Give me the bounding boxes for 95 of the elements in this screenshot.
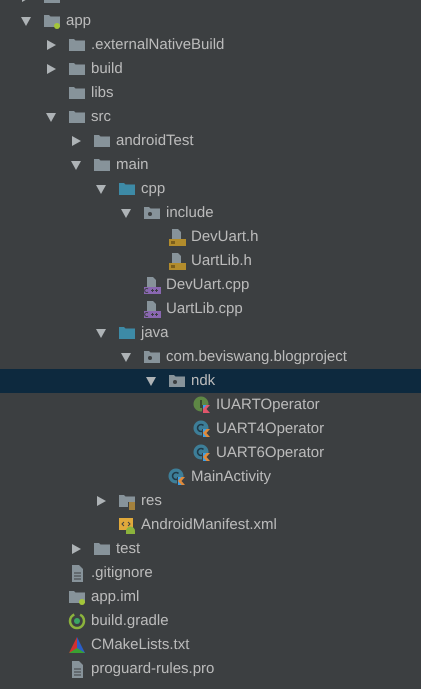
- manifest-file-icon: [118, 516, 136, 534]
- tree-label: com.beviswang.blogproject: [166, 346, 347, 367]
- tree-row[interactable]: .externalNativeBuild: [0, 33, 421, 57]
- folder-icon: [118, 324, 136, 342]
- header-file-icon: [168, 228, 186, 246]
- tree-row[interactable]: UartLib.cpp: [0, 297, 421, 321]
- expand-arrow-icon[interactable]: [45, 63, 57, 75]
- folder-icon: [118, 492, 136, 510]
- collapse-arrow-icon[interactable]: [70, 159, 82, 171]
- package-icon: [143, 204, 161, 222]
- folder-icon: [68, 36, 86, 54]
- tree-row[interactable]: src: [0, 105, 421, 129]
- tree-row[interactable]: MainActivity: [0, 465, 421, 489]
- tree-label: .gitignore: [91, 562, 153, 583]
- collapse-arrow-icon[interactable]: [45, 111, 57, 123]
- tree-row[interactable]: cpp: [0, 177, 421, 201]
- tree-row[interactable]: app.iml: [0, 585, 421, 609]
- tree-label: IUARTOperator: [216, 394, 320, 415]
- tree-label: java: [141, 322, 169, 343]
- collapse-arrow-icon[interactable]: [95, 327, 107, 339]
- interface-icon: [193, 396, 211, 414]
- tree-label: build: [91, 58, 123, 79]
- class-icon: [193, 444, 211, 462]
- tree-label: libs: [91, 82, 114, 103]
- cpp-file-icon: [143, 276, 161, 294]
- tree-label: res: [141, 490, 162, 511]
- folder-icon: [118, 180, 136, 198]
- tree-row[interactable]: res: [0, 489, 421, 513]
- cmake-icon: [68, 636, 86, 654]
- folder-icon: [93, 156, 111, 174]
- tree-row[interactable]: IUARTOperator: [0, 393, 421, 417]
- tree-row[interactable]: DevUart.h: [0, 225, 421, 249]
- tree-label: .externalNativeBuild: [91, 34, 224, 55]
- tree-row[interactable]: test: [0, 537, 421, 561]
- tree-row[interactable]: java: [0, 321, 421, 345]
- tree-label: UART4Operator: [216, 418, 324, 439]
- collapse-arrow-icon[interactable]: [20, 15, 32, 27]
- tree-row[interactable]: com.beviswang.blogproject: [0, 345, 421, 369]
- collapse-arrow-icon[interactable]: [120, 207, 132, 219]
- class-icon: [168, 468, 186, 486]
- tree-row[interactable]: include: [0, 201, 421, 225]
- class-icon: [193, 420, 211, 438]
- folder-icon: [93, 540, 111, 558]
- tree-label: test: [116, 538, 140, 559]
- collapse-arrow-icon[interactable]: [145, 375, 157, 387]
- tree-label: build.gradle: [91, 610, 169, 631]
- tree-label: androidTest: [116, 130, 194, 151]
- tree-label: cpp: [141, 178, 166, 199]
- tree-row[interactable]: UART6Operator: [0, 441, 421, 465]
- package-icon: [143, 348, 161, 366]
- tree-row[interactable]: DevUart.cpp: [0, 273, 421, 297]
- tree-row[interactable]: build.gradle: [0, 609, 421, 633]
- collapse-arrow-icon[interactable]: [95, 183, 107, 195]
- expand-arrow-icon[interactable]: [45, 39, 57, 51]
- tree-label: proguard-rules.pro: [91, 658, 214, 679]
- folder-icon: [68, 84, 86, 102]
- tree-label: ndk: [191, 370, 216, 391]
- tree-label: CMakeLists.txt: [91, 634, 190, 655]
- tree-label: UartLib.cpp: [166, 298, 243, 319]
- tree-label: main: [116, 154, 149, 175]
- tree-row[interactable]: main: [0, 153, 421, 177]
- tree-label: src: [91, 106, 111, 127]
- folder-icon: [93, 132, 111, 150]
- expand-arrow-icon[interactable]: [70, 135, 82, 147]
- expand-arrow-icon[interactable]: [95, 495, 107, 507]
- folder-icon: [68, 108, 86, 126]
- folder-icon: [68, 588, 86, 606]
- cpp-file-icon: [143, 300, 161, 318]
- tree-row[interactable]: .gitignore: [0, 561, 421, 585]
- tree-label: include: [166, 202, 214, 223]
- folder-icon: [43, 12, 61, 30]
- tree-row[interactable]: proguard-rules.pro: [0, 657, 421, 681]
- header-file-icon: [168, 252, 186, 270]
- tree-row[interactable]: libs: [0, 81, 421, 105]
- tree-label: AndroidManifest.xml: [141, 514, 277, 535]
- collapse-arrow-icon[interactable]: [120, 351, 132, 363]
- folder-icon: [68, 60, 86, 78]
- tree-row[interactable]: androidTest: [0, 129, 421, 153]
- tree-label: DevUart.h: [191, 226, 259, 247]
- tree-row[interactable]: build: [0, 57, 421, 81]
- tree-row[interactable]: CMakeLists.txt: [0, 633, 421, 657]
- expand-arrow-icon[interactable]: [70, 543, 82, 555]
- tree-row[interactable]: UartLib.h: [0, 249, 421, 273]
- tree-label: app: [66, 10, 92, 31]
- tree-label: MainActivity: [191, 466, 272, 487]
- tree-row[interactable]: app: [0, 9, 421, 33]
- tree-row[interactable]: UART4Operator: [0, 417, 421, 441]
- package-icon: [168, 372, 186, 390]
- tree-label: UartLib.h: [191, 250, 252, 271]
- tree-row[interactable]: AndroidManifest.xml: [0, 513, 421, 537]
- gradle-icon: [68, 612, 86, 630]
- tree-label: app.iml: [91, 586, 140, 607]
- tree-label: DevUart.cpp: [166, 274, 250, 295]
- tree-label: UART6Operator: [216, 442, 324, 463]
- tree-row[interactable]: ndk: [0, 369, 421, 393]
